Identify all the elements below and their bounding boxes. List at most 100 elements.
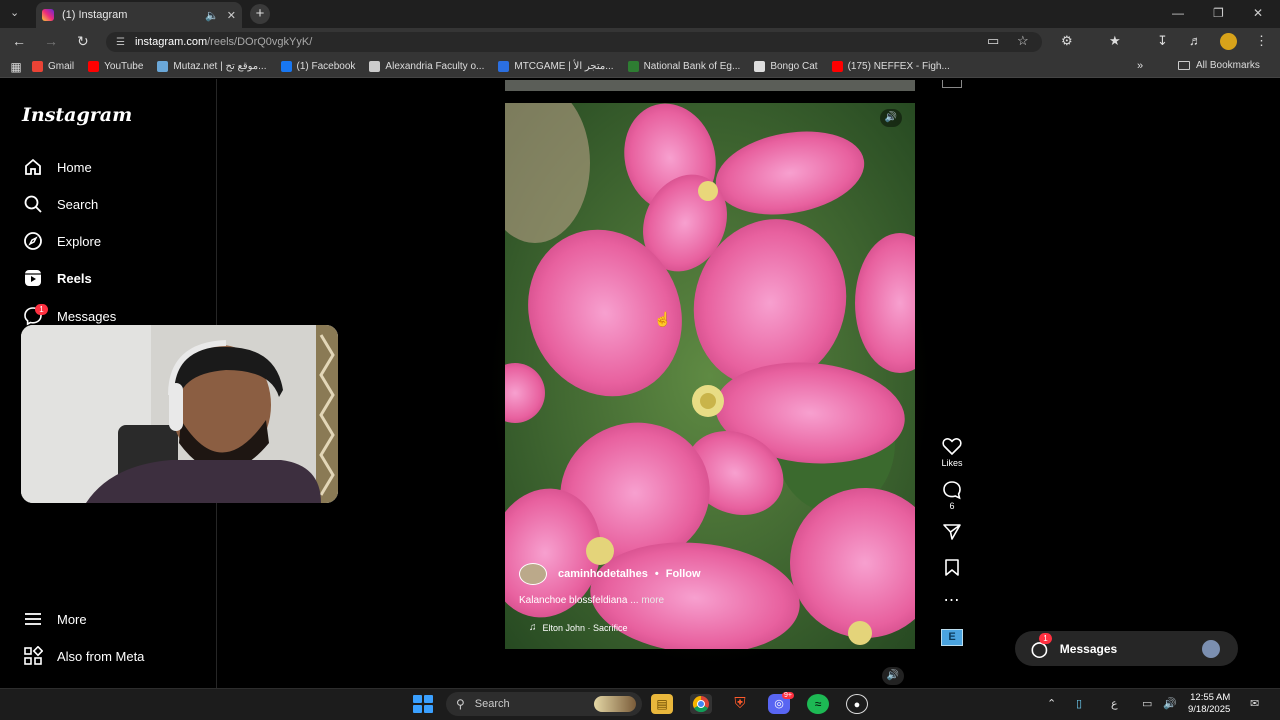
windows-start-icon[interactable] <box>413 695 433 713</box>
site-info-icon[interactable]: ☰ <box>116 37 125 48</box>
browser-tab[interactable]: (1) Instagram 🔈 ✕ <box>36 2 242 28</box>
audio-effect-icon[interactable]: E <box>941 629 963 646</box>
volume-tray-icon[interactable]: 🔊 <box>1163 697 1177 710</box>
bookmark-star-icon[interactable]: ☆ <box>1017 33 1029 49</box>
nav-meta-label: Also from Meta <box>57 648 145 664</box>
nbe-icon <box>627 61 639 72</box>
close-window-button[interactable]: ✕ <box>1253 6 1263 20</box>
author-username[interactable]: caminhodetalhes <box>558 568 648 580</box>
bookmark-item[interactable]: (1) Facebook <box>280 61 356 72</box>
spotify-icon[interactable]: ≈ <box>807 694 829 714</box>
bookmark-item[interactable]: (175) NEFFEX - Figh... <box>831 61 950 72</box>
bookmark-item[interactable]: YouTube <box>88 61 143 72</box>
menu-dots-icon[interactable]: ⋮ <box>1255 33 1268 49</box>
tab-search-button[interactable]: ⌄ <box>10 6 19 19</box>
discord-badge: 9+ <box>782 692 794 699</box>
volume-icon[interactable]: 🔊 <box>880 109 902 127</box>
bookmark-list: Gmail YouTube Mutaz.net | موقع تح... (1) Fa… <box>32 61 964 72</box>
close-icon[interactable]: ✕ <box>227 9 236 22</box>
taskbar-search[interactable]: ⚲ Search <box>446 692 642 716</box>
bookmark-item[interactable]: National Bank of Eg... <box>627 61 741 72</box>
follow-button[interactable]: Follow <box>666 568 701 580</box>
address-bar[interactable]: ☰ instagram.com/reels/DOrQ0vgkYyK/ <box>106 32 1042 52</box>
all-bookmarks-button[interactable]: All Bookmarks <box>1178 60 1260 71</box>
speaker-icon[interactable]: 🔈 <box>205 9 219 22</box>
bookmark-item[interactable]: Gmail <box>32 61 74 72</box>
media-control-icon[interactable]: ♬ <box>1189 33 1202 48</box>
tray-overflow-icon[interactable]: ⌃ <box>1047 697 1056 710</box>
caption-more-link[interactable]: more <box>641 595 664 606</box>
more-options-icon[interactable]: ⋯ <box>936 590 968 610</box>
messages-popup-button[interactable]: ◯ 1 Messages <box>1015 631 1238 666</box>
instagram-favicon <box>42 9 54 21</box>
search-highlight-image <box>594 696 636 712</box>
reel-audio[interactable]: ♫ Elton John · Sacrifice <box>529 622 628 633</box>
nav-search-label: Search <box>57 196 99 212</box>
bookmark-label: YouTube <box>104 61 144 72</box>
minimize-button[interactable]: — <box>1172 6 1184 20</box>
chrome-icon[interactable] <box>690 694 712 714</box>
bookmark-icon[interactable] <box>936 558 968 581</box>
nav-reels[interactable]: Reels <box>22 267 92 289</box>
bookmark-label: Mutaz.net | موقع تح... <box>173 61 267 72</box>
bookmark-item[interactable]: Bongo Cat <box>754 61 818 72</box>
nav-also-from-meta[interactable]: Also from Meta <box>22 645 144 667</box>
alexandria-icon <box>369 61 381 72</box>
folder-icon <box>1178 61 1190 70</box>
reels-icon <box>22 267 44 289</box>
file-explorer-icon[interactable]: ▤ <box>651 694 673 714</box>
downloads-icon[interactable]: ↧ <box>1157 33 1168 49</box>
nav-explore[interactable]: Explore <box>22 230 101 252</box>
reel-caption: Kalanchoe blossfeldiana ... more <box>519 595 664 606</box>
brave-icon[interactable]: ⛨ <box>729 694 751 714</box>
forward-button[interactable]: → <box>44 33 58 49</box>
apps-grid-icon[interactable]: ▦ <box>0 60 32 74</box>
nav-home-label: Home <box>57 159 92 175</box>
bookmark-item[interactable]: Mutaz.net | موقع تح... <box>157 61 267 72</box>
author-avatar[interactable] <box>519 563 547 585</box>
restore-button[interactable]: ❐ <box>1213 6 1224 20</box>
back-button[interactable]: ← <box>12 33 26 49</box>
messages-pill-badge: 1 <box>1039 632 1052 644</box>
nav-home[interactable]: Home <box>22 156 92 178</box>
new-tab-button[interactable]: + <box>250 4 270 24</box>
system-clock[interactable]: 12:55 AM 9/18/2025 <box>1188 692 1230 716</box>
heart-icon[interactable] <box>936 437 968 460</box>
nav-more[interactable]: More <box>22 608 87 630</box>
next-reel-volume-icon[interactable]: 🔊 <box>882 667 904 685</box>
mutaz-icon <box>157 61 169 72</box>
network-icon[interactable]: ▭ <box>1142 697 1152 710</box>
previous-reel-edge[interactable] <box>505 80 915 91</box>
search-icon: ⚲ <box>456 697 465 711</box>
gmail-icon <box>32 61 43 72</box>
youtube-icon <box>88 61 100 72</box>
obs-icon[interactable]: ● <box>846 694 868 714</box>
bookmark-label: National Bank of Eg... <box>643 61 741 72</box>
bookmark-item[interactable]: MTCGAME | متجر الأ... <box>498 61 614 72</box>
reel-author-row: caminhodetalhes • Follow <box>519 563 701 585</box>
install-app-icon[interactable]: ▭ <box>987 33 999 49</box>
taskbar-search-label: Search <box>474 698 510 710</box>
notifications-icon[interactable]: ✉ <box>1250 697 1259 710</box>
bookmark-item[interactable]: Alexandria Faculty o... <box>369 61 484 72</box>
likes-label: Likes <box>941 458 963 468</box>
input-language[interactable]: ع <box>1111 697 1118 710</box>
mtcgame-icon <box>498 61 510 72</box>
home-icon <box>22 156 44 178</box>
hand-cursor-icon: ☝ <box>654 311 672 327</box>
bookmarks-overflow-icon[interactable]: » <box>1137 60 1143 72</box>
previous-reel-audio-icon[interactable] <box>942 80 962 88</box>
microphone-icon[interactable]: ▯ <box>1076 697 1082 710</box>
hamburger-icon <box>22 608 44 630</box>
profile-avatar[interactable] <box>1220 33 1237 50</box>
bookmark-label: (1) Facebook <box>296 61 356 72</box>
nav-search[interactable]: Search <box>22 193 98 215</box>
bookmark-label: Gmail <box>48 61 75 72</box>
extensions-icon[interactable]: ⚙ <box>1061 33 1073 49</box>
reading-list-icon[interactable]: ★ <box>1109 33 1121 49</box>
share-icon[interactable] <box>936 523 968 546</box>
messages-badge: 1 <box>35 304 48 315</box>
comments-count: 6 <box>949 501 955 511</box>
reload-button[interactable]: ↻ <box>77 33 89 50</box>
instagram-logo[interactable]: Instagram <box>22 104 132 126</box>
